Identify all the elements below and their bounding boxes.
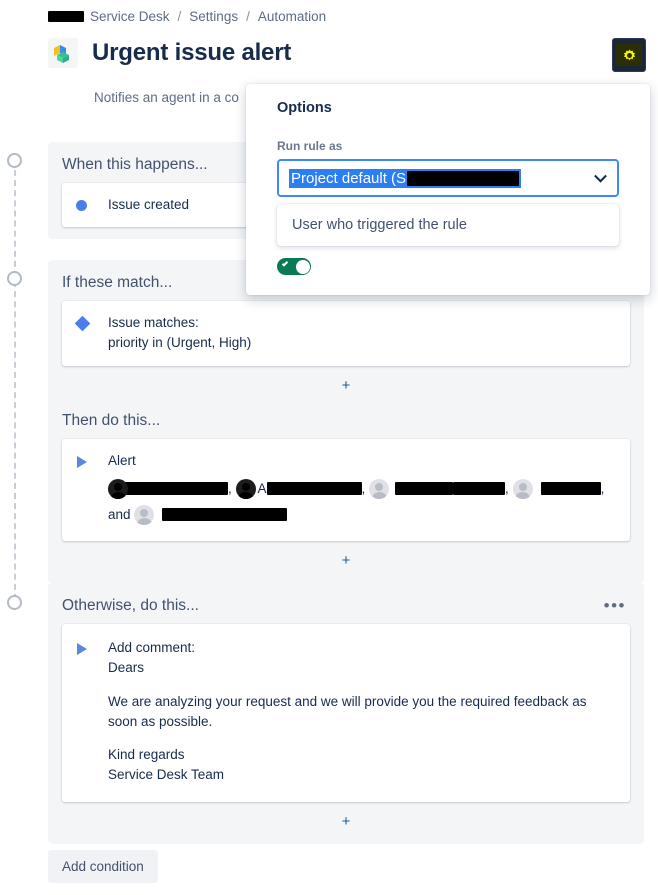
add-step-row: + (62, 366, 630, 396)
add-step-button[interactable]: + (342, 377, 351, 394)
redacted-name (266, 482, 362, 496)
redacted-project-name (48, 11, 84, 22)
comment-signature: Service Desk Team (108, 767, 225, 783)
condition-label: Issue matches: (108, 315, 199, 330)
section-otherwise-do-this: Otherwise, do this... ••• Add comment: D… (48, 583, 644, 844)
toggle-knob (295, 259, 310, 274)
breadcrumb-item-automation[interactable]: Automation (258, 9, 326, 24)
page-title: Urgent issue alert (92, 38, 292, 66)
avatar (235, 478, 256, 499)
timeline-dot (7, 595, 22, 610)
redacted-project-name (407, 171, 520, 187)
comment-signoff: Kind regards (108, 747, 185, 762)
section-then-do-this: Then do this... Alert , A, , , and + (48, 398, 644, 584)
section-title: If these match... (62, 274, 173, 291)
action-label: Alert (108, 453, 136, 468)
add-condition-button[interactable]: Add condition (48, 850, 158, 883)
redacted-name (124, 482, 228, 496)
add-step-row: + (62, 541, 630, 571)
separator-comma: , (505, 481, 513, 497)
options-title: Options (277, 100, 332, 116)
timeline-dot (7, 153, 22, 168)
redacted-name (540, 482, 601, 496)
comment-greeting: Dears (108, 660, 145, 676)
breadcrumb: Service Desk / Settings / Automation (48, 9, 326, 24)
circle-trigger-icon (76, 195, 94, 211)
condition-detail: priority in (Urgent, High) (108, 335, 252, 351)
breadcrumb-item-service-desk[interactable]: Service Desk (90, 9, 170, 24)
settings-gear-button[interactable] (612, 38, 646, 72)
breadcrumb-separator: / (246, 9, 250, 24)
avatar (108, 478, 128, 499)
automation-rule-page: Service Desk / Settings / Automation Urg… (0, 0, 658, 895)
options-toggle[interactable] (277, 258, 311, 275)
redacted-name (395, 482, 454, 496)
redacted-name (453, 482, 506, 496)
option-user-who-triggered-the-rule[interactable]: User who triggered the rule (277, 204, 619, 246)
separator-comma: , (361, 481, 370, 497)
add-step-button[interactable]: + (342, 552, 351, 569)
check-icon (281, 260, 289, 267)
avatar (512, 478, 533, 499)
section-header: Otherwise, do this... ••• (62, 597, 630, 615)
chevron-down-icon (594, 169, 607, 183)
avatar (134, 504, 155, 525)
triangle-action-icon (76, 638, 94, 655)
comment-body: We are analyzing your request and we wil… (108, 693, 587, 729)
section-title: Otherwise, do this... (62, 597, 199, 614)
section-title: When this happens... (62, 156, 208, 173)
section-title: Then do this... (62, 412, 161, 429)
action-card-alert[interactable]: Alert , A, , , and (62, 439, 630, 542)
section-header: Then do this... (62, 412, 630, 430)
options-popup: Options Run rule as Project default (S U… (246, 84, 650, 295)
timeline-dot (7, 271, 22, 286)
diamond-condition-icon (74, 313, 94, 332)
action-label: Add comment: (108, 640, 196, 655)
more-options-icon[interactable]: ••• (600, 597, 630, 614)
blocks-cube-icon (48, 38, 78, 68)
condition-card-issue-matches[interactable]: Issue matches: priority in (Urgent, High… (62, 301, 630, 366)
breadcrumb-item-settings[interactable]: Settings (189, 9, 238, 24)
separator-comma: , (228, 481, 236, 497)
triangle-action-icon (76, 451, 94, 468)
avatar (369, 478, 390, 499)
gear-icon (616, 44, 642, 66)
add-step-button[interactable]: + (342, 813, 351, 830)
rule-description: Notifies an agent in a co (94, 90, 239, 105)
breadcrumb-separator: / (177, 9, 182, 24)
page-header: Urgent issue alert (48, 38, 291, 68)
alert-recipients: , A, , , and (108, 475, 616, 527)
action-card-add-comment[interactable]: Add comment: Dears We are analyzing your… (62, 624, 630, 802)
add-step-row: + (62, 802, 630, 832)
run-rule-as-value: Project default (S (291, 169, 407, 187)
run-rule-as-select[interactable]: Project default (S (277, 159, 619, 197)
redacted-name (162, 508, 288, 522)
option-label: User who triggered the rule (292, 217, 467, 233)
timeline-rail (14, 160, 16, 610)
run-rule-as-label: Run rule as (277, 139, 343, 153)
recipient-fragment: A (257, 481, 267, 497)
